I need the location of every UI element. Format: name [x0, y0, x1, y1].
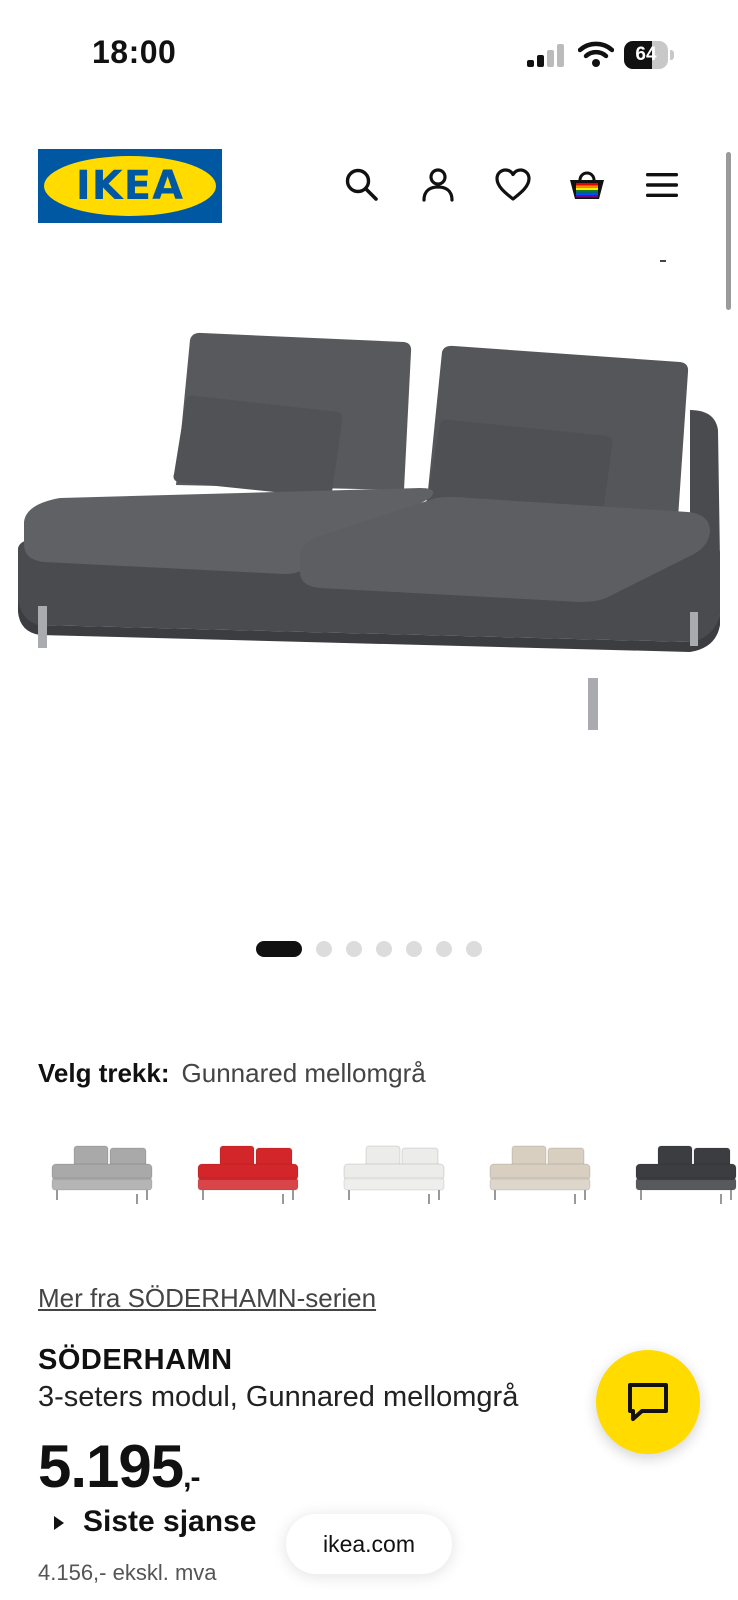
series-link[interactable]: Mer fra SÖDERHAMN-serien: [38, 1283, 376, 1314]
logo-text: IKEA: [75, 163, 185, 209]
page-scrollbar[interactable]: [726, 152, 731, 310]
battery-indicator: 64: [624, 41, 676, 69]
sofa-thumbnail: [51, 1145, 153, 1204]
price-value: 5.195: [38, 1433, 184, 1500]
carousel-dots[interactable]: [256, 940, 482, 958]
sofa-thumbnail: [343, 1145, 445, 1204]
carousel-dot-active[interactable]: [256, 941, 302, 957]
color-swatch[interactable]: [340, 1138, 448, 1238]
status-time: 18:00: [92, 34, 177, 70]
carousel-dot[interactable]: [466, 941, 482, 957]
price-suffix: ,-: [183, 1461, 200, 1494]
carousel-dot[interactable]: [406, 941, 422, 957]
carousel-dot[interactable]: [436, 941, 452, 957]
carousel-dot[interactable]: [346, 941, 362, 957]
color-swatch[interactable]: [632, 1138, 738, 1238]
wifi-icon: [578, 41, 614, 67]
battery-percent: 64: [635, 44, 657, 65]
carousel-dot[interactable]: [316, 941, 332, 957]
color-label-title: Velg trekk:: [38, 1058, 170, 1088]
color-swatch[interactable]: [194, 1138, 302, 1238]
product-description: 3-seters modul, Gunnared mellomgrå: [38, 1381, 519, 1413]
play-arrow-icon[interactable]: [54, 1516, 64, 1530]
color-swatch[interactable]: [486, 1138, 594, 1238]
price-ex-vat: 4.156,- ekskl. mva: [38, 1560, 217, 1585]
product-name: SÖDERHAMN: [38, 1344, 233, 1376]
account-icon[interactable]: [419, 166, 457, 204]
sofa-thumbnail: [635, 1145, 737, 1204]
ikea-logo[interactable]: IKEA: [38, 149, 222, 223]
chat-icon: [628, 1383, 668, 1421]
color-picker-label: Velg trekk: Gunnared mellomgrå: [38, 1058, 426, 1089]
product-image[interactable]: [0, 300, 738, 770]
selected-color: Gunnared mellomgrå: [181, 1058, 426, 1088]
product-price: 5.195,-: [38, 1432, 201, 1501]
last-chance-toggle[interactable]: Siste sjanse: [83, 1505, 256, 1539]
heart-icon[interactable]: [494, 166, 532, 204]
basket-icon[interactable]: [568, 166, 606, 204]
sofa-thumbnail: [489, 1145, 591, 1204]
carousel-dot[interactable]: [376, 941, 392, 957]
color-swatches: [48, 1138, 738, 1238]
divider: [660, 260, 666, 262]
cellular-signal-icon: [527, 44, 564, 67]
color-swatch[interactable]: [48, 1138, 156, 1238]
browser-url-bar[interactable]: ikea.com: [286, 1514, 452, 1574]
menu-icon[interactable]: [643, 166, 681, 204]
sofa-thumbnail: [197, 1145, 299, 1204]
search-icon[interactable]: [343, 166, 381, 204]
chat-button[interactable]: [596, 1350, 700, 1454]
